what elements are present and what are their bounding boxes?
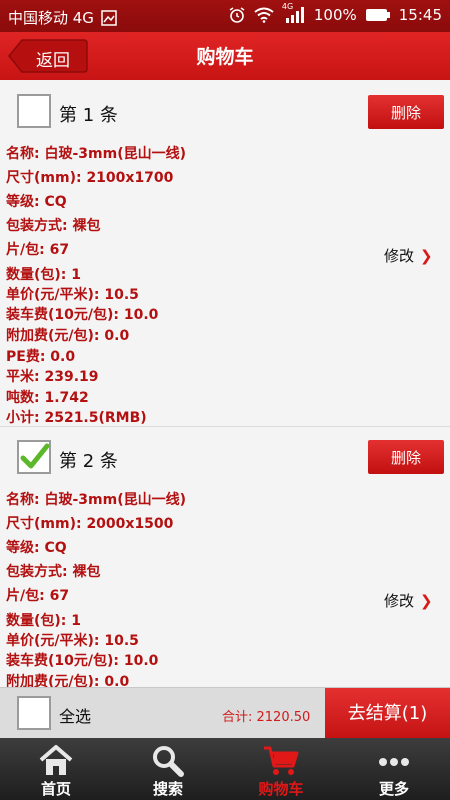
edit-link[interactable]: 修改 ❯ bbox=[384, 245, 433, 266]
item-checkbox[interactable] bbox=[17, 440, 51, 474]
checkout-bar: 全选 合计: 2120.50 去结算(1) bbox=[0, 687, 450, 739]
item-field-area: 平米: 239.19 bbox=[6, 369, 99, 385]
total-amount: 合计: 2120.50 bbox=[222, 710, 311, 725]
select-all-label: 全选 bbox=[59, 707, 92, 726]
app-header: 返回 购物车 bbox=[0, 32, 450, 80]
alarm-icon bbox=[229, 7, 245, 23]
edit-link-label: 修改 bbox=[384, 592, 415, 610]
cart-item: 第 2 条 删除 名称: 白玻-3mm(昆山一线) 尺寸(mm): 2000x1… bbox=[0, 427, 450, 687]
cart-item: 第 1 条 删除 名称: 白玻-3mm(昆山一线) 尺寸(mm): 2100x1… bbox=[0, 80, 450, 427]
item-field-subtotal: 小计: 2521.5(RMB) bbox=[6, 410, 147, 426]
item-field-grade: 等级: CQ bbox=[6, 194, 67, 210]
item-field-packaging: 包装方式: 裸包 bbox=[6, 564, 101, 580]
tab-search[interactable]: 搜索 bbox=[112, 738, 224, 800]
status-bar: 中国移动 4G 4G 100% 15:45 bbox=[0, 0, 450, 32]
checkmark-icon bbox=[20, 443, 50, 469]
tab-more-label: 更多 bbox=[378, 780, 409, 798]
item-field-name: 名称: 白玻-3mm(昆山一线) bbox=[6, 492, 186, 508]
item-field-surcharge: 附加费(元/包): 0.0 bbox=[6, 674, 130, 687]
item-field-quantity: 数量(包): 1 bbox=[6, 613, 82, 629]
wifi-icon bbox=[254, 7, 274, 23]
item-field-unit-price: 单价(元/平米): 10.5 bbox=[6, 287, 139, 303]
tab-more[interactable]: 更多 bbox=[338, 738, 450, 800]
edit-link[interactable]: 修改 ❯ bbox=[384, 590, 433, 611]
tab-home[interactable]: 首页 bbox=[0, 738, 112, 800]
cart-item-list[interactable]: 第 1 条 删除 名称: 白玻-3mm(昆山一线) 尺寸(mm): 2100x1… bbox=[0, 80, 450, 687]
item-checkbox[interactable] bbox=[17, 94, 51, 128]
carrier-label: 中国移动 4G bbox=[8, 9, 94, 27]
status-right: 4G 100% 15:45 bbox=[228, 2, 442, 24]
battery-icon bbox=[365, 9, 390, 21]
item-field-unit-price: 单价(元/平米): 10.5 bbox=[6, 633, 139, 649]
chevron-right-icon: ❯ bbox=[420, 592, 433, 610]
tab-cart-label: 购物车 bbox=[258, 780, 304, 798]
cart-icon bbox=[264, 746, 299, 775]
tab-search-label: 搜索 bbox=[152, 780, 183, 798]
item-field-name: 名称: 白玻-3mm(昆山一线) bbox=[6, 146, 186, 162]
home-icon bbox=[39, 745, 73, 775]
edit-link-label: 修改 bbox=[384, 247, 415, 265]
tab-home-label: 首页 bbox=[40, 780, 71, 798]
delete-button[interactable]: 删除 bbox=[368, 95, 444, 129]
tab-cart[interactable]: 购物车 bbox=[225, 738, 337, 800]
item-field-pieces-per-pack: 片/包: 67 bbox=[6, 242, 70, 258]
item-field-surcharge: 附加费(元/包): 0.0 bbox=[6, 328, 130, 344]
bottom-tab-bar: 首页 搜索 购物车 更多 bbox=[0, 738, 450, 800]
select-all-checkbox[interactable] bbox=[17, 696, 51, 730]
signal-group: 4G bbox=[282, 2, 306, 24]
item-field-pieces-per-pack: 片/包: 67 bbox=[6, 588, 70, 604]
page-title: 购物车 bbox=[196, 46, 254, 68]
image-notification-icon bbox=[101, 9, 117, 26]
item-field-loading-fee: 装车费(10元/包): 10.0 bbox=[6, 653, 159, 669]
clock-label: 15:45 bbox=[398, 6, 442, 24]
signal-icon bbox=[285, 7, 304, 23]
item-field-pe-fee: PE费: 0.0 bbox=[6, 349, 76, 365]
item-field-size: 尺寸(mm): 2000x1500 bbox=[6, 516, 174, 532]
item-number-label: 第 2 条 bbox=[59, 451, 118, 472]
item-field-tonnage: 吨数: 1.742 bbox=[6, 390, 89, 406]
item-field-quantity: 数量(包): 1 bbox=[6, 267, 82, 283]
delete-button[interactable]: 删除 bbox=[368, 440, 444, 474]
more-icon bbox=[379, 758, 409, 766]
item-field-size: 尺寸(mm): 2100x1700 bbox=[6, 170, 174, 186]
checkout-button[interactable]: 去结算(1) bbox=[325, 688, 450, 739]
item-number-label: 第 1 条 bbox=[59, 105, 118, 126]
status-left: 中国移动 4G bbox=[8, 7, 118, 28]
search-icon bbox=[153, 746, 184, 777]
item-field-loading-fee: 装车费(10元/包): 10.0 bbox=[6, 307, 159, 323]
battery-label: 100% bbox=[313, 6, 357, 24]
item-field-packaging: 包装方式: 裸包 bbox=[6, 218, 101, 234]
item-field-grade: 等级: CQ bbox=[6, 540, 67, 556]
chevron-right-icon: ❯ bbox=[420, 247, 433, 265]
